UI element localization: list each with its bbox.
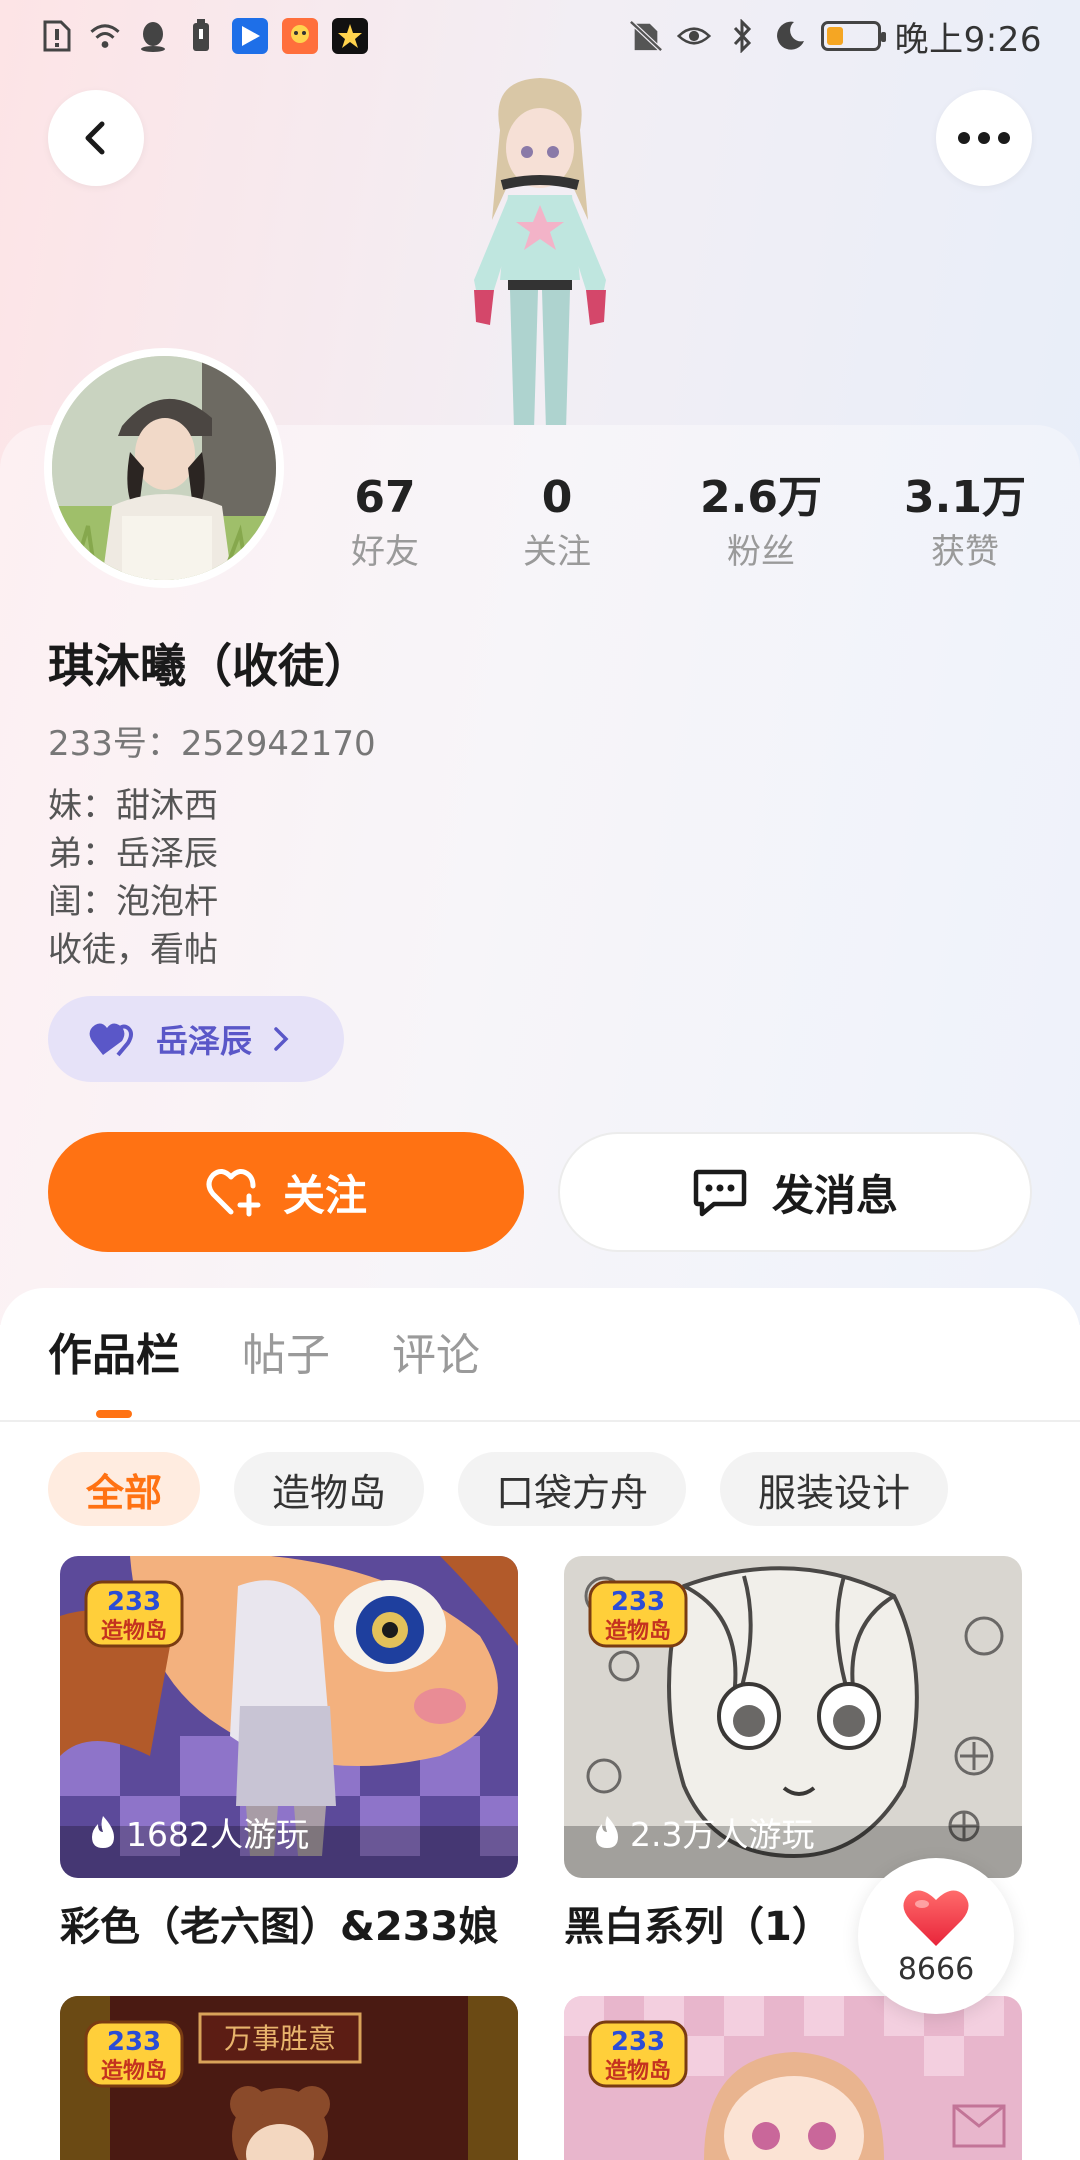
filter-creation-island[interactable]: 造物岛 — [234, 1452, 425, 1526]
tab-indicator — [96, 1410, 132, 1418]
character-figure — [430, 70, 650, 430]
stat-fans[interactable]: 2.6万 粉丝 — [676, 470, 846, 578]
back-arrow-icon — [85, 121, 105, 155]
profile-uid: 233号：252942170 — [48, 724, 376, 764]
badge-number: 233 — [611, 1587, 665, 1617]
badge-number: 233 — [107, 1587, 161, 1617]
badge-name: 造物岛 — [605, 1618, 671, 1644]
more-button[interactable] — [936, 90, 1032, 186]
relation-name: 岳泽辰 — [156, 1022, 253, 1060]
bio-line: 妹：甜沐西 — [48, 786, 218, 826]
bluetooth-icon — [725, 19, 759, 53]
eye-comfort-icon — [676, 19, 711, 53]
work-title: 彩色（老六图）&233娘 — [60, 1904, 499, 1950]
double-heart-icon — [89, 1023, 133, 1057]
bio-line: 闺：泡泡杆 — [48, 882, 218, 922]
work-thumbnail: 233 造物岛 1682人游玩 — [60, 1556, 518, 1878]
battery-saver-icon — [184, 19, 218, 53]
play-count-text: 1682人游玩 — [126, 1815, 309, 1854]
play-count: 2.3万人游玩 — [592, 1808, 814, 1856]
creation-island-badge: 233 造物岛 — [586, 1578, 690, 1650]
work-card[interactable]: 233 造物岛 1682人游玩 彩色（老六图）&233娘 — [60, 1556, 518, 1952]
content-section: 作品栏 帖子 评论 全部 造物岛 口袋方舟 服装设计 233 造物岛 1682人… — [0, 1288, 1080, 2160]
no-sim-icon — [628, 19, 663, 53]
badge-name: 造物岛 — [101, 2058, 167, 2084]
wifi-icon — [88, 19, 122, 53]
like-count: 8666 — [897, 1951, 975, 1987]
avatar[interactable] — [44, 348, 284, 588]
stats-row: 67 好友 0 关注 2.6万 粉丝 3.1万 获赞 — [300, 470, 1060, 590]
work-thumbnail: 万事胜意 233 造物岛 — [60, 1996, 518, 2160]
tab-divider — [0, 1420, 1080, 1422]
tab-posts[interactable]: 帖子 — [242, 1324, 330, 1388]
stat-label: 好友 — [351, 532, 419, 572]
status-bar: 晚上9:26 — [0, 0, 1080, 72]
heart-icon — [903, 1890, 969, 1946]
badge-number: 233 — [107, 2027, 161, 2057]
qq-icon — [136, 19, 170, 53]
app-notification-icon — [232, 18, 268, 54]
sim-alert-icon — [40, 19, 74, 53]
relation-chip[interactable]: 岳泽辰 — [48, 996, 344, 1082]
creation-island-badge: 233 造物岛 — [586, 2018, 690, 2090]
work-thumbnail: 233 造物岛 2.3万人游玩 — [564, 1556, 1022, 1878]
flame-icon — [596, 1816, 618, 1848]
stat-friends[interactable]: 67 好友 — [300, 470, 470, 578]
status-left-icons — [40, 18, 368, 54]
work-thumbnail: 233 造物岛 — [564, 1996, 1022, 2160]
game-app-icon — [282, 18, 318, 54]
creation-island-badge: 233 造物岛 — [82, 1578, 186, 1650]
tab-bar: 作品栏 帖子 评论 — [48, 1324, 480, 1388]
badge-number: 233 — [611, 2027, 665, 2057]
status-right-icons: 晚上9:26 — [628, 12, 1042, 61]
chat-bubble-icon — [693, 1169, 747, 1217]
badge-name: 造物岛 — [101, 1618, 167, 1644]
play-count: 1682人游玩 — [88, 1808, 309, 1856]
more-dots-icon — [958, 132, 1010, 144]
creation-island-badge: 233 造物岛 — [82, 2018, 186, 2090]
battery-icon — [820, 21, 886, 51]
follow-label: 关注 — [282, 1170, 367, 1220]
star-app-icon — [332, 18, 368, 54]
stat-following[interactable]: 0 关注 — [472, 470, 642, 578]
stat-value: 0 — [541, 472, 573, 523]
badge-name: 造物岛 — [605, 2058, 671, 2084]
profile-name: 琪沐曦（收徒） — [48, 639, 370, 693]
message-label: 发消息 — [771, 1170, 898, 1220]
work-card[interactable]: 233 造物岛 — [564, 1996, 1022, 2160]
status-time: 晚上9:26 — [894, 19, 1042, 60]
stat-value: 2.6万 — [700, 472, 822, 523]
heart-plus-icon — [206, 1169, 261, 1217]
play-count-text: 2.3万人游玩 — [630, 1815, 815, 1854]
filter-costume-design[interactable]: 服装设计 — [720, 1452, 949, 1526]
flame-icon — [92, 1816, 114, 1848]
chevron-right-icon — [274, 1027, 289, 1051]
message-button[interactable]: 发消息 — [558, 1132, 1032, 1252]
stat-likes[interactable]: 3.1万 获赞 — [880, 470, 1050, 578]
moon-icon — [773, 19, 807, 53]
stat-label: 粉丝 — [727, 532, 795, 572]
tab-comments[interactable]: 评论 — [392, 1324, 480, 1388]
filter-all[interactable]: 全部 — [48, 1452, 201, 1526]
work-card[interactable]: 万事胜意 233 造物岛 — [60, 1996, 518, 2160]
bio-line: 弟：岳泽辰 — [48, 834, 218, 874]
like-float-button[interactable]: 8666 — [858, 1858, 1014, 2014]
follow-button[interactable]: 关注 — [48, 1132, 524, 1252]
tab-works[interactable]: 作品栏 — [48, 1324, 180, 1388]
filter-pocket-ark[interactable]: 口袋方舟 — [458, 1452, 687, 1526]
stat-label: 关注 — [523, 532, 591, 572]
back-button[interactable] — [48, 90, 144, 186]
stat-value: 3.1万 — [904, 472, 1026, 523]
stat-value: 67 — [354, 472, 416, 523]
profile-bio: 妹：甜沐西 弟：岳泽辰 闺：泡泡杆 收徒，看帖 — [48, 782, 218, 974]
bio-line: 收徒，看帖 — [48, 930, 218, 970]
filter-chips: 全部 造物岛 口袋方舟 服装设计 — [48, 1452, 949, 1526]
stat-label: 获赞 — [931, 532, 999, 572]
banner-text: 万事胜意 — [224, 2022, 336, 2055]
